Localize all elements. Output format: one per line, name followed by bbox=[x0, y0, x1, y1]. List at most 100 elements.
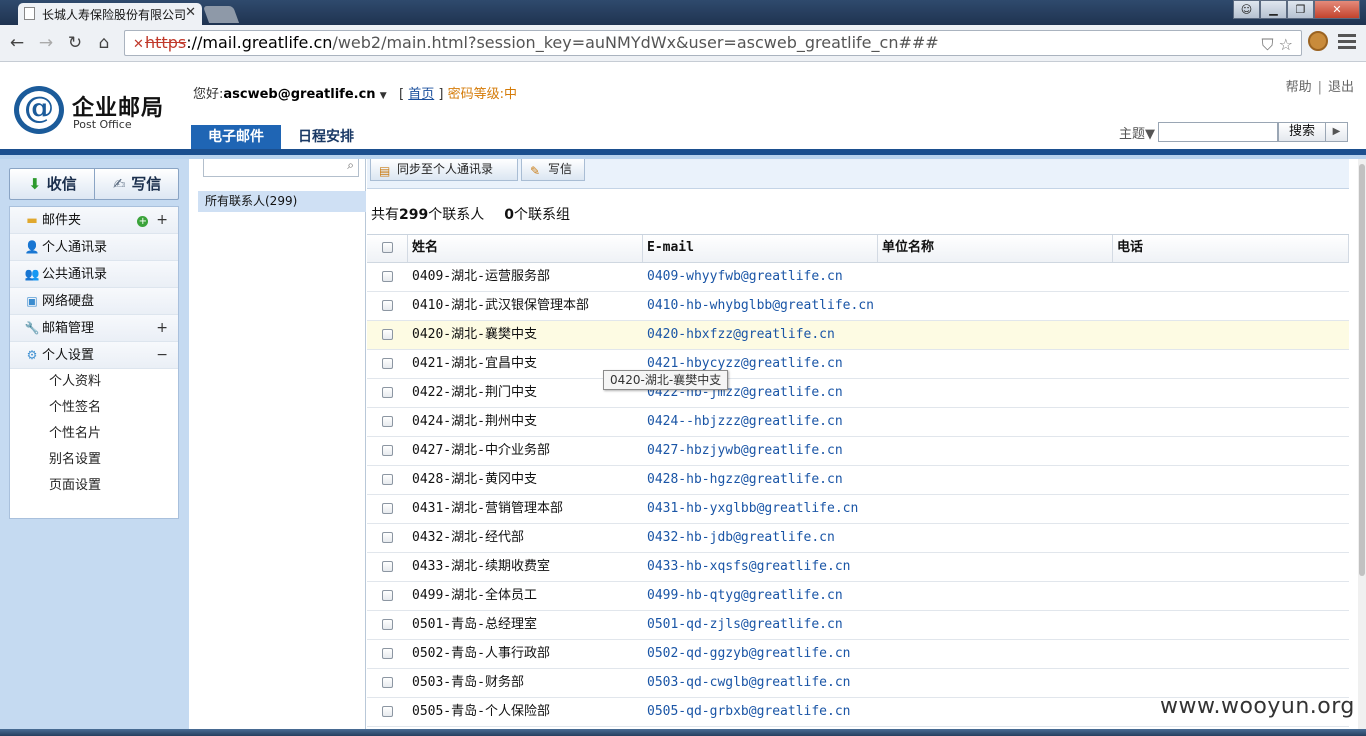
row-checkbox[interactable] bbox=[382, 503, 393, 514]
contact-email[interactable]: 0420-hbxfzz@greatlife.cn bbox=[643, 321, 878, 349]
row-checkbox[interactable] bbox=[382, 387, 393, 398]
contact-email[interactable]: 0431-hb-yxglbb@greatlife.cn bbox=[643, 495, 878, 523]
contact-name[interactable]: 0505-青岛-个人保险部 bbox=[408, 698, 643, 726]
receive-button[interactable]: ⬇ 收信 bbox=[10, 169, 94, 199]
contact-name[interactable]: 0428-湖北-黄冈中支 bbox=[408, 466, 643, 494]
window-close-icon[interactable]: ✕ bbox=[1314, 0, 1360, 19]
new-tab-button[interactable] bbox=[202, 6, 240, 23]
table-row[interactable]: 0502-青岛-人事行政部 0502-qd-ggzyb@greatlife.cn bbox=[367, 640, 1349, 669]
add-folder-icon[interactable]: + bbox=[137, 216, 149, 227]
page-scrollbar[interactable] bbox=[1358, 159, 1366, 736]
contact-name[interactable]: 0502-青岛-人事行政部 bbox=[408, 640, 643, 668]
play-arrow-icon[interactable]: ▶ bbox=[1326, 122, 1348, 142]
help-link[interactable]: 帮助 bbox=[1286, 80, 1312, 95]
contact-email[interactable]: 0432-hb-jdb@greatlife.cn bbox=[643, 524, 878, 552]
scroll-thumb[interactable] bbox=[1359, 164, 1365, 576]
row-checkbox[interactable] bbox=[382, 619, 393, 630]
user-account[interactable]: ascweb@greatlife.cn bbox=[223, 87, 375, 102]
column-header-email[interactable]: E-mail bbox=[643, 235, 878, 262]
sidebar-subitem-signature[interactable]: 个性签名 bbox=[10, 395, 178, 421]
row-checkbox[interactable] bbox=[382, 561, 393, 572]
sidebar-item-network-disk[interactable]: ▣ 网络硬盘 bbox=[10, 288, 178, 315]
contact-name[interactable]: 0427-湖北-中介业务部 bbox=[408, 437, 643, 465]
reload-icon[interactable]: ↻ bbox=[62, 30, 88, 56]
row-checkbox[interactable] bbox=[382, 271, 393, 282]
forward-icon[interactable]: → bbox=[33, 30, 59, 56]
contact-name[interactable]: 0410-湖北-武汉银保管理本部 bbox=[408, 292, 643, 320]
expand-icon[interactable]: + bbox=[156, 320, 168, 336]
contact-email[interactable]: 0499-hb-qtyg@greatlife.cn bbox=[643, 582, 878, 610]
contact-name[interactable]: 0432-湖北-经代部 bbox=[408, 524, 643, 552]
row-checkbox[interactable] bbox=[382, 677, 393, 688]
table-row[interactable]: 0499-湖北-全体员工 0499-hb-qtyg@greatlife.cn bbox=[367, 582, 1349, 611]
contact-name[interactable]: 0420-湖北-襄樊中支 bbox=[408, 321, 643, 349]
maximize-icon[interactable]: ❐ bbox=[1287, 0, 1314, 19]
contact-email[interactable]: 0428-hb-hgzz@greatlife.cn bbox=[643, 466, 878, 494]
expand-icon[interactable]: + bbox=[156, 212, 168, 228]
contact-email[interactable]: 0427-hbzjywb@greatlife.cn bbox=[643, 437, 878, 465]
table-row[interactable]: 0427-湖北-中介业务部 0427-hbzjywb@greatlife.cn bbox=[367, 437, 1349, 466]
contact-email[interactable]: 0410-hb-whybglbb@greatlife.cn bbox=[643, 292, 878, 320]
sidebar-item-personal-contacts[interactable]: 👤 个人通讯录 bbox=[10, 234, 178, 261]
row-checkbox[interactable] bbox=[382, 358, 393, 369]
back-icon[interactable]: ← bbox=[4, 30, 30, 56]
row-checkbox[interactable] bbox=[382, 590, 393, 601]
table-row[interactable]: 0428-湖北-黄冈中支 0428-hb-hgzz@greatlife.cn bbox=[367, 466, 1349, 495]
contact-name[interactable]: 0431-湖北-营销管理本部 bbox=[408, 495, 643, 523]
compose-to-button[interactable]: ✎ 写信 bbox=[521, 159, 585, 181]
sidebar-subitem-page-settings[interactable]: 页面设置 bbox=[10, 473, 178, 499]
column-header-name[interactable]: 姓名 bbox=[408, 235, 643, 262]
table-row[interactable]: 0420-湖北-襄樊中支 0420-hbxfzz@greatlife.cn bbox=[367, 321, 1349, 350]
table-row[interactable]: 0433-湖北-续期收费室 0433-hb-xqsfs@greatlife.cn bbox=[367, 553, 1349, 582]
select-all-checkbox[interactable] bbox=[381, 242, 393, 253]
contact-email[interactable]: 0433-hb-xqsfs@greatlife.cn bbox=[643, 553, 878, 581]
compose-button[interactable]: ✍ 写信 bbox=[93, 169, 179, 199]
table-row[interactable]: 0421-湖北-宜昌中支 0421-hbycyzz@greatlife.cn bbox=[367, 350, 1349, 379]
contact-name[interactable]: 0503-青岛-财务部 bbox=[408, 669, 643, 697]
tab-schedule[interactable]: 日程安排 bbox=[281, 125, 371, 149]
table-row[interactable]: 0501-青岛-总经理室 0501-qd-zjls@greatlife.cn bbox=[367, 611, 1349, 640]
contact-name[interactable]: 0433-湖北-续期收费室 bbox=[408, 553, 643, 581]
browser-tab[interactable]: 长城人寿保险股份有限公司 ✕ bbox=[18, 3, 202, 25]
row-checkbox[interactable] bbox=[382, 474, 393, 485]
contact-email[interactable]: 0505-qd-grbxb@greatlife.cn bbox=[643, 698, 878, 726]
contact-email[interactable]: 0502-qd-ggzyb@greatlife.cn bbox=[643, 640, 878, 668]
contact-name[interactable]: 0501-青岛-总经理室 bbox=[408, 611, 643, 639]
sidebar-subitem-business-card[interactable]: 个性名片 bbox=[10, 421, 178, 447]
sidebar-item-folders[interactable]: ▬ 邮件夹 + + bbox=[10, 207, 178, 234]
browser-menu-icon[interactable] bbox=[1338, 34, 1356, 52]
minimize-icon[interactable]: ▁ bbox=[1260, 0, 1287, 19]
tab-email[interactable]: 电子邮件 bbox=[191, 125, 281, 149]
contact-name[interactable]: 0499-湖北-全体员工 bbox=[408, 582, 643, 610]
contact-email[interactable]: 0424--hbjzzz@greatlife.cn bbox=[643, 408, 878, 436]
caret-down-icon[interactable]: ▼ bbox=[380, 91, 387, 101]
row-checkbox[interactable] bbox=[382, 416, 393, 427]
home-link[interactable]: 首页 bbox=[408, 87, 434, 102]
table-row[interactable]: 0422-湖北-荆门中支 0422-hb-jmzz@greatlife.cn bbox=[367, 379, 1349, 408]
home-icon[interactable]: ⌂ bbox=[91, 30, 117, 56]
search-icon[interactable]: ⌕ bbox=[347, 158, 354, 173]
column-header-unit[interactable]: 单位名称 bbox=[878, 235, 1113, 262]
sidebar-item-public-contacts[interactable]: 👥 公共通讯录 bbox=[10, 261, 178, 288]
row-checkbox[interactable] bbox=[382, 329, 393, 340]
contact-name[interactable]: 0409-湖北-运营服务部 bbox=[408, 263, 643, 291]
contact-email[interactable]: 0409-whyyfwb@greatlife.cn bbox=[643, 263, 878, 291]
sync-contacts-button[interactable]: ▤ 同步至个人通讯录 bbox=[370, 159, 518, 181]
contact-email[interactable]: 0503-qd-cwglb@greatlife.cn bbox=[643, 669, 878, 697]
group-search-input[interactable]: ⌕ bbox=[203, 158, 359, 177]
address-bar[interactable]: ✕https://mail.greatlife.cn/web2/main.htm… bbox=[124, 30, 1302, 56]
table-row[interactable]: 0432-湖北-经代部 0432-hb-jdb@greatlife.cn bbox=[367, 524, 1349, 553]
column-header-phone[interactable]: 电话 bbox=[1113, 235, 1349, 262]
contact-email[interactable]: 0501-qd-zjls@greatlife.cn bbox=[643, 611, 878, 639]
group-item-all-contacts[interactable]: 所有联系人(299) bbox=[198, 191, 366, 212]
search-button[interactable]: 搜索 bbox=[1278, 122, 1326, 142]
logout-link[interactable]: 退出 bbox=[1328, 80, 1354, 95]
theme-selector[interactable]: 主题▼ bbox=[1119, 123, 1155, 142]
bookmark-star-icon[interactable]: ☆ bbox=[1279, 35, 1293, 54]
row-checkbox[interactable] bbox=[382, 300, 393, 311]
row-checkbox[interactable] bbox=[382, 648, 393, 659]
table-row[interactable]: 0431-湖北-营销管理本部 0431-hb-yxglbb@greatlife.c… bbox=[367, 495, 1349, 524]
sidebar-item-mailbox-admin[interactable]: 🔧 邮箱管理 + bbox=[10, 315, 178, 342]
row-checkbox[interactable] bbox=[382, 532, 393, 543]
table-row[interactable]: 0409-湖北-运营服务部 0409-whyyfwb@greatlife.cn bbox=[367, 263, 1349, 292]
